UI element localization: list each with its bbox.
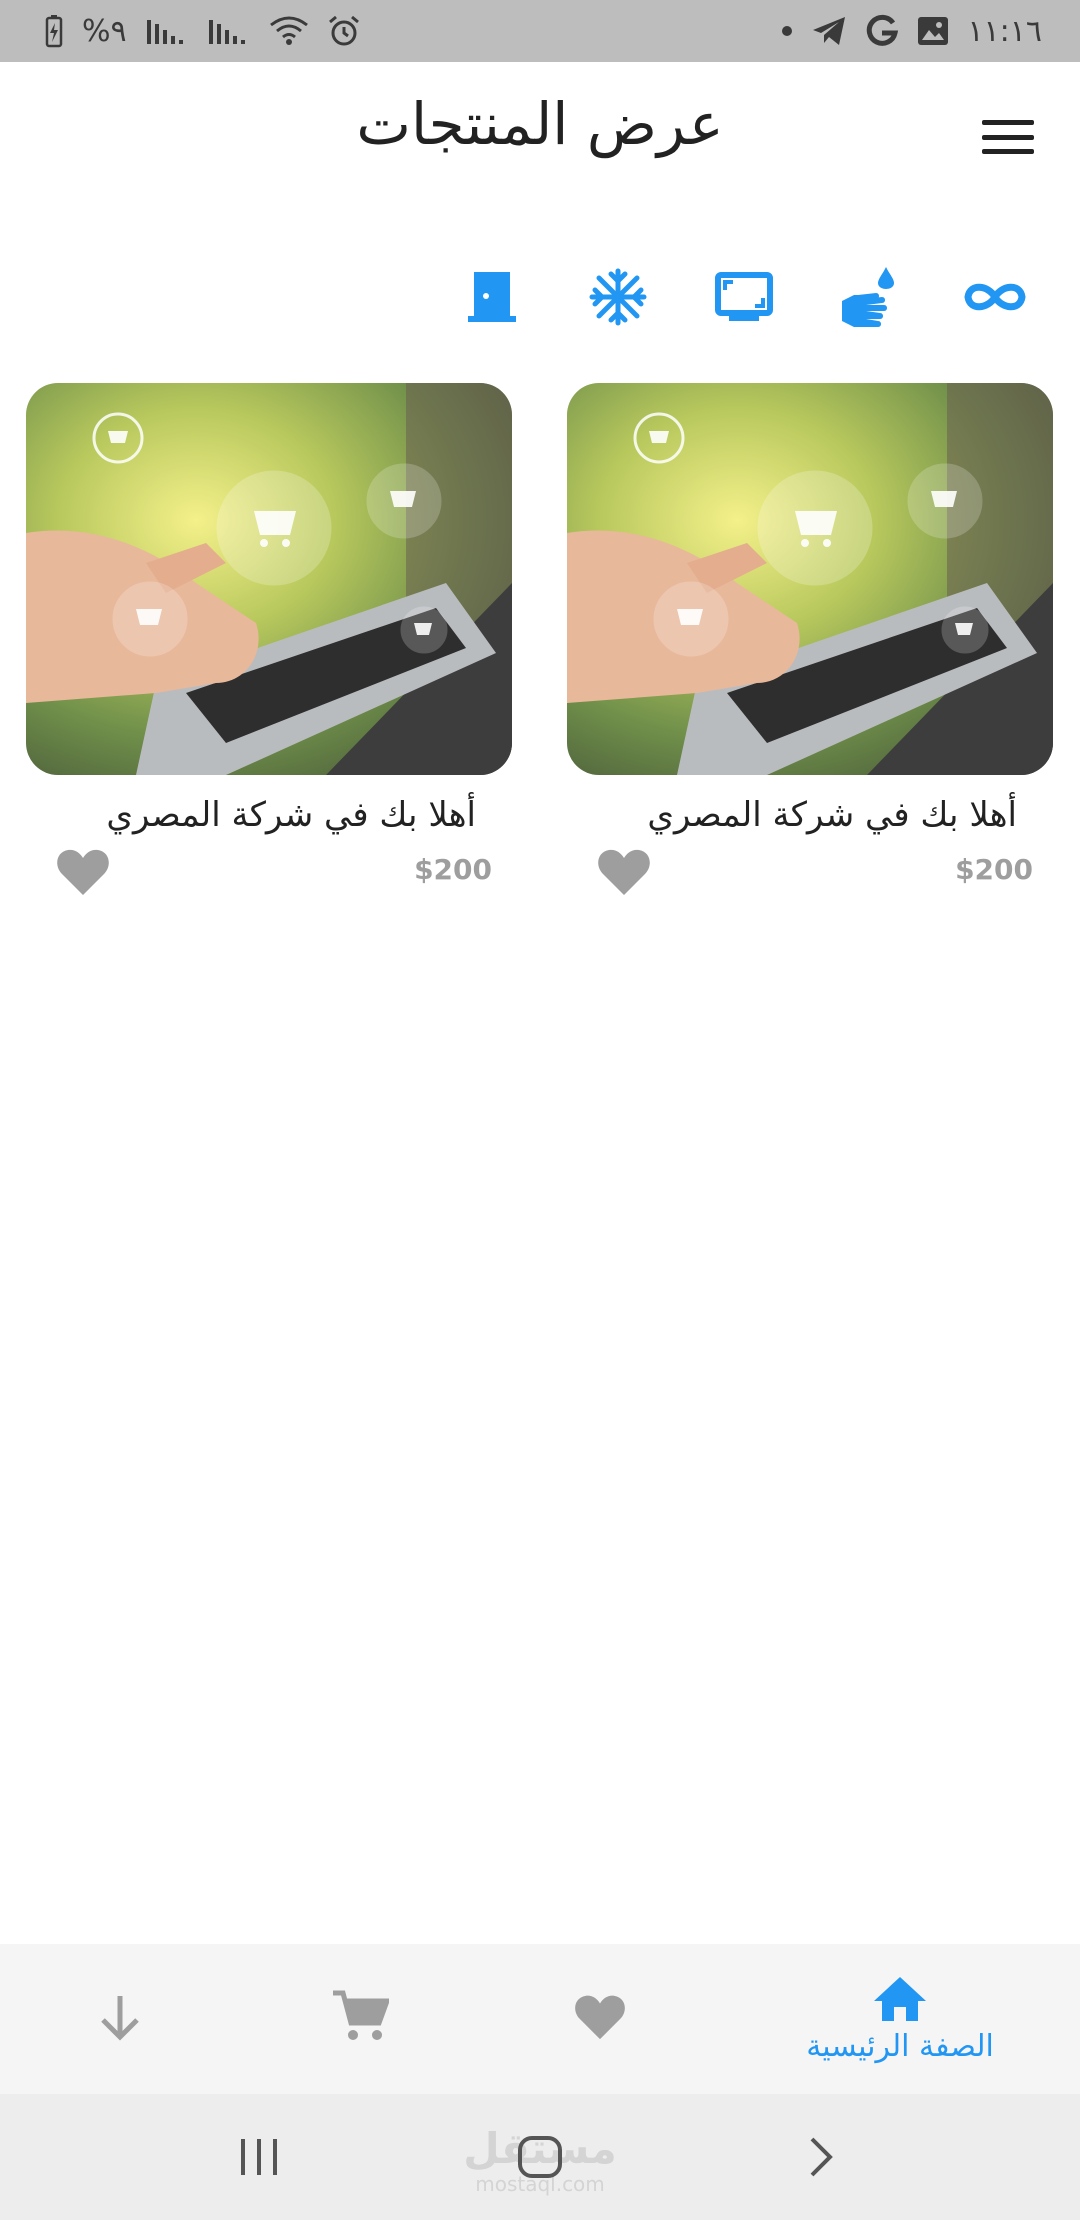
product-image[interactable] [567,383,1053,775]
signal-icon [207,16,251,46]
alarm-icon [327,14,361,48]
product-price: $200 [955,853,1033,886]
g-icon [865,14,899,48]
hand-wash-icon[interactable] [834,262,904,332]
dot-icon [781,25,793,37]
nav-favorites[interactable] [540,1944,660,2094]
nav-home-label: الصفة الرئيسية [806,2028,994,2064]
product-meta: $200 [26,839,512,905]
status-time: ١١:١٦ [967,13,1042,49]
category-bar [0,262,1080,332]
product-meta: $200 [567,839,1053,905]
home-button[interactable] [505,2124,575,2190]
heart-icon[interactable] [595,843,653,901]
product-card[interactable]: أهلا بك في شركة المصري $200 [567,383,1053,905]
hamburger-menu-icon[interactable] [982,114,1034,160]
wifi-icon [269,15,309,47]
status-right: ١١:١٦ [781,14,1042,49]
nav-cart[interactable] [300,1944,420,2094]
nav-download[interactable] [60,1944,180,2094]
gallery-icon [917,16,949,46]
snowflake-icon[interactable] [583,262,653,332]
tv-icon[interactable] [709,262,779,332]
heart-icon[interactable] [54,843,112,901]
bottom-navigation: الصفة الرئيسية [0,1944,1080,2094]
download-arrow-icon [95,1992,145,2046]
product-card[interactable]: أهلا بك في شركة المصري $200 [26,383,512,905]
door-icon[interactable] [457,262,527,332]
nav-home[interactable]: الصفة الرئيسية [770,1944,1030,2094]
infinity-icon[interactable] [960,262,1030,332]
signal-icon [145,16,189,46]
recent-apps-button[interactable] [224,2124,294,2190]
product-title: أهلا بك في شركة المصري [647,795,1017,835]
app-screen: %٩ ١١:١٦ عرض المنتجات أهلا بك في شركة ال… [0,0,1080,2220]
page-title: عرض المنتجات [356,90,724,158]
home-icon [872,1975,928,2027]
battery-icon [44,14,64,48]
status-left: %٩ [44,14,361,49]
product-image[interactable] [26,383,512,775]
telegram-icon [811,15,847,47]
product-price: $200 [414,853,492,886]
status-bar: %٩ ١١:١٦ [0,0,1080,62]
heart-icon [572,1991,628,2047]
cart-icon [331,1989,391,2049]
battery-percent: %٩ [82,13,127,49]
product-title: أهلا بك في شركة المصري [106,795,476,835]
app-bar: عرض المنتجات [0,62,1080,212]
system-navigation-bar: مستقل mostaql.com [0,2094,1080,2220]
back-button[interactable] [786,2124,856,2190]
